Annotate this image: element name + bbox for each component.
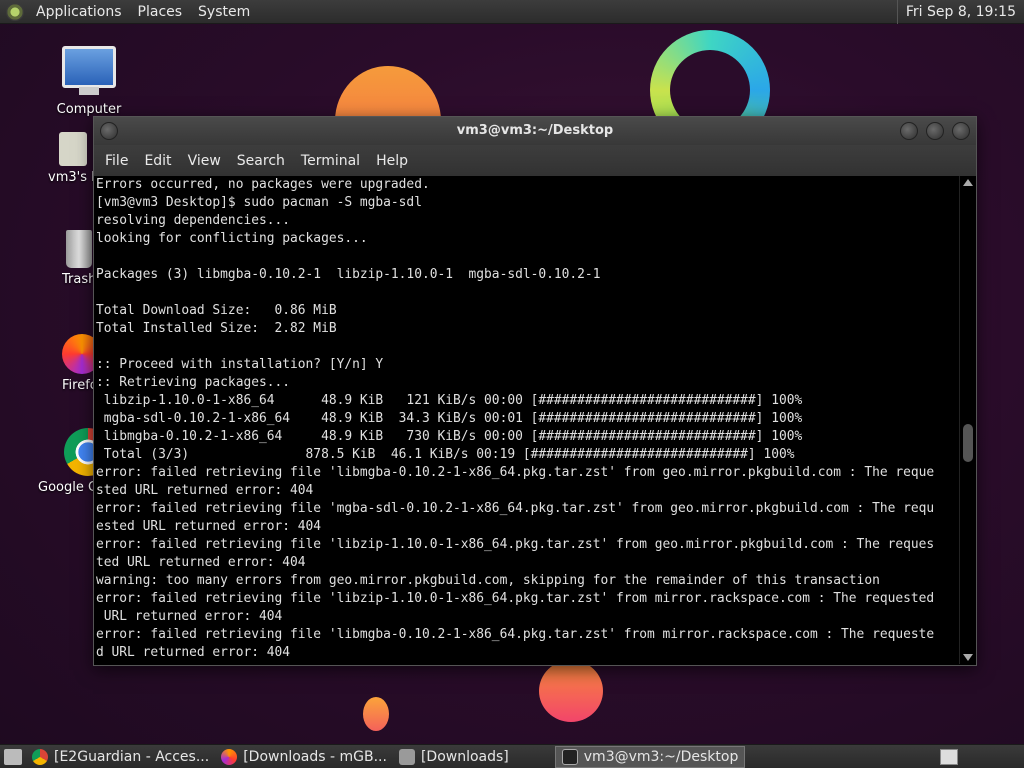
terminal-line: ted URL returned error: 404 xyxy=(96,555,306,570)
window-titlebar[interactable]: vm3@vm3:~/Desktop xyxy=(94,117,976,145)
desktop-icon-firefox[interactable]: Firefox xyxy=(62,334,96,393)
mate-logo-icon[interactable] xyxy=(6,2,24,21)
terminal-line: URL returned error: 404 xyxy=(96,609,283,624)
terminal-line: error: failed retrieving file 'mgba-sdl-… xyxy=(96,501,935,516)
firefox-icon xyxy=(62,334,96,374)
task-chrome[interactable]: [E2Guardian - Acces... xyxy=(26,746,215,768)
task-label: [E2Guardian - Acces... xyxy=(54,748,210,765)
menu-applications[interactable]: Applications xyxy=(28,0,130,24)
terminal-line: error: failed retrieving file 'libmgba-0… xyxy=(96,465,935,480)
close-button[interactable] xyxy=(952,122,970,140)
task-label: vm3@vm3:~/Desktop xyxy=(583,748,739,765)
terminal-line: warning: too many errors from geo.mirror… xyxy=(96,573,880,588)
menu-terminal[interactable]: Terminal xyxy=(293,153,368,169)
scroll-up-icon[interactable] xyxy=(963,179,973,186)
terminal-line: :: Proceed with installation? [Y/n] Y xyxy=(96,357,384,372)
scrollbar-thumb[interactable] xyxy=(963,424,973,462)
desktop-icon-trash[interactable]: Trash xyxy=(62,230,96,287)
terminal-line: error: failed retrieving file 'libzip-1.… xyxy=(96,591,935,606)
menu-search[interactable]: Search xyxy=(229,153,293,169)
desktop-icon-label: Trash xyxy=(62,272,96,287)
terminal-line: :: Retrieving packages... xyxy=(96,375,291,390)
task-terminal[interactable]: vm3@vm3:~/Desktop xyxy=(554,745,746,768)
menu-places[interactable]: Places xyxy=(130,0,191,24)
desktop-icon-label: Computer xyxy=(56,102,122,117)
menu-help[interactable]: Help xyxy=(368,153,416,169)
terminal-scrollbar[interactable] xyxy=(959,176,976,664)
terminal-line: ested URL returned error: 404 xyxy=(96,519,322,534)
panel-clock[interactable]: Fri Sep 8, 19:15 xyxy=(896,0,1024,24)
terminal-line: Total Installed Size: 2.82 MiB xyxy=(96,321,337,336)
chrome-icon xyxy=(64,428,96,476)
desktop-icon-home[interactable]: vm3's Home xyxy=(48,132,98,185)
desktop-icon-chrome[interactable]: Google Chrome xyxy=(38,428,96,495)
menu-edit[interactable]: Edit xyxy=(136,153,179,169)
task-downloads[interactable]: [Downloads] xyxy=(393,746,515,768)
terminal-window[interactable]: vm3@vm3:~/Desktop File Edit View Search … xyxy=(93,116,977,666)
bottom-taskbar: [E2Guardian - Acces... [Downloads - mGB.… xyxy=(0,744,1024,768)
menu-file[interactable]: File xyxy=(97,153,136,169)
trash-icon xyxy=(66,230,92,268)
desktop-icon-label: Firefox xyxy=(62,378,96,393)
terminal-line: libzip-1.10.0-1-x86_64 48.9 KiB 121 KiB/… xyxy=(96,393,803,408)
terminal-output[interactable]: Errors occurred, no packages were upgrad… xyxy=(94,176,960,664)
terminal-line: Total (3/3) 878.5 KiB 46.1 KiB/s 00:19 [… xyxy=(96,447,795,462)
desktop-icon-computer[interactable]: Computer xyxy=(52,46,126,117)
terminal-line: [vm3@vm3 Desktop]$ sudo pacman -S mgba-s… xyxy=(96,195,422,210)
chrome-icon xyxy=(32,748,48,765)
terminal-line: Packages (3) libmgba-0.10.2-1 libzip-1.1… xyxy=(96,267,601,282)
terminal-line: sted URL returned error: 404 xyxy=(96,483,314,498)
terminal-line: d URL returned error: 404 xyxy=(96,645,291,660)
wallpaper-pink-shape xyxy=(539,660,603,722)
terminal-line: looking for conflicting packages... xyxy=(96,231,368,246)
desktop-icon-label: Google Chrome xyxy=(38,480,96,495)
task-label: [Downloads - mGB... xyxy=(243,748,387,765)
computer-icon xyxy=(62,46,116,95)
menu-system[interactable]: System xyxy=(190,0,258,24)
terminal-icon xyxy=(561,748,578,765)
scroll-down-icon[interactable] xyxy=(963,654,973,661)
firefox-icon xyxy=(221,748,238,765)
show-desktop-button[interactable] xyxy=(4,748,22,765)
terminal-line: Errors occurred, no packages were upgrad… xyxy=(96,177,430,192)
terminal-line: error: failed retrieving file 'libmgba-0… xyxy=(96,627,935,642)
terminal-menubar: File Edit View Search Terminal Help xyxy=(94,145,976,176)
window-menu-icon[interactable] xyxy=(100,122,118,140)
terminal-line: error: failed retrieving file 'libzip-1.… xyxy=(96,537,935,552)
menu-view[interactable]: View xyxy=(180,153,229,169)
terminal-line: resolving dependencies... xyxy=(96,213,291,228)
minimize-button[interactable] xyxy=(900,122,918,140)
task-firefox[interactable]: [Downloads - mGB... xyxy=(215,746,393,768)
desktop-icon-label: vm3's Home xyxy=(48,170,98,185)
workspace-switcher[interactable] xyxy=(940,748,958,765)
terminal-line: libmgba-0.10.2-1-x86_64 48.9 KiB 730 KiB… xyxy=(96,429,803,444)
task-label: [Downloads] xyxy=(420,748,509,765)
window-title: vm3@vm3:~/Desktop xyxy=(456,123,614,138)
terminal-line: mgba-sdl-0.10.2-1-x86_64 48.9 KiB 34.3 K… xyxy=(96,411,803,426)
maximize-button[interactable] xyxy=(926,122,944,140)
terminal-line: Total Download Size: 0.86 MiB xyxy=(96,303,337,318)
wallpaper-small-shape xyxy=(363,697,389,731)
folder-icon xyxy=(398,748,415,765)
top-panel: Applications Places System Fri Sep 8, 19… xyxy=(0,0,1024,24)
home-folder-icon xyxy=(59,132,87,166)
